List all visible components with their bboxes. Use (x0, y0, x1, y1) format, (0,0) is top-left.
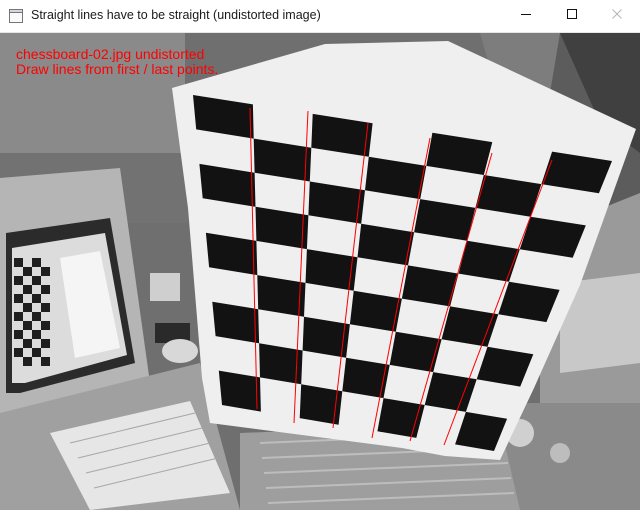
app-window: Straight lines have to be straight (undi… (0, 0, 640, 510)
overlay-instruction: Draw lines from first / last points. (16, 61, 219, 77)
title-bar[interactable]: Straight lines have to be straight (undi… (0, 0, 640, 33)
close-icon (611, 7, 623, 25)
minimize-button[interactable] (503, 0, 549, 32)
minimize-icon (520, 7, 532, 25)
chessboard-square (342, 357, 390, 399)
overlay-filename: chessboard-02.jpg undistorted (16, 46, 205, 62)
maximize-button[interactable] (549, 0, 595, 32)
image-view: chessboard-02.jpg undistorted Draw lines… (0, 33, 640, 510)
close-button[interactable] (594, 0, 640, 32)
app-icon (9, 9, 23, 23)
maximize-icon (566, 7, 578, 25)
chessboard-square (377, 398, 425, 438)
undistorted-image (0, 33, 640, 510)
chessboard-square (218, 370, 261, 412)
window-title: Straight lines have to be straight (undi… (31, 8, 321, 22)
